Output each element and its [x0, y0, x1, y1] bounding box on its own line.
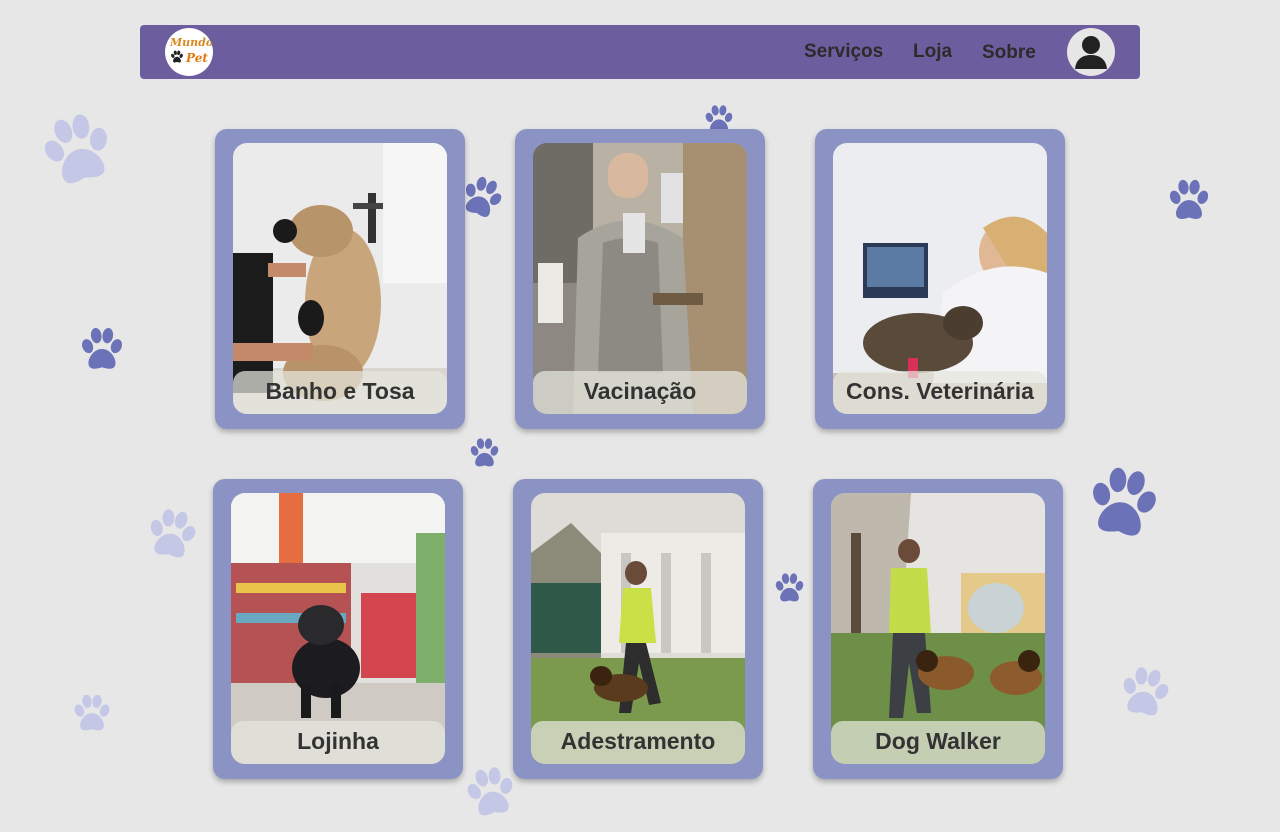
paw-icon	[1114, 662, 1177, 725]
nav-sobre-link[interactable]: Sobre	[982, 41, 1036, 65]
user-avatar[interactable]	[1067, 28, 1115, 76]
service-photo: Dog Walker	[831, 493, 1045, 764]
service-label: Lojinha	[231, 721, 445, 764]
service-photo: Banho e Tosa	[233, 143, 447, 414]
service-card-banho-e-tosa[interactable]: Banho e Tosa	[215, 129, 465, 429]
service-label: Banho e Tosa	[233, 371, 447, 414]
nav-loja-link[interactable]: Loja	[913, 40, 952, 64]
service-photo: Vacinação	[533, 143, 747, 414]
mundo-pet-logo[interactable]: Mundo Pet	[165, 28, 213, 76]
service-photo: Adestramento	[531, 493, 745, 764]
service-label: Dog Walker	[831, 721, 1045, 764]
nav-servicos-link[interactable]: Serviços	[804, 40, 883, 64]
paw-icon	[141, 504, 204, 567]
paw-icon	[78, 326, 126, 374]
service-photo: Cons. Veterinária	[833, 143, 1047, 414]
user-icon	[1075, 36, 1107, 69]
logo-paw-icon	[170, 50, 184, 64]
service-label: Cons. Veterinária	[833, 371, 1047, 414]
top-navbar: Mundo Pet Serviços Loja Sobre	[140, 25, 1140, 79]
service-card-cons-veterinaria[interactable]: Cons. Veterinária	[815, 129, 1065, 429]
service-label: Adestramento	[531, 721, 745, 764]
logo-text-mundo: Mundo	[170, 36, 213, 49]
service-card-vacinacao[interactable]: Vacinação	[515, 129, 765, 429]
logo-text-pet: Pet	[186, 51, 208, 65]
paw-icon	[773, 572, 806, 605]
service-card-adestramento[interactable]: Adestramento	[513, 479, 763, 779]
paw-icon	[1166, 178, 1212, 224]
paw-icon	[71, 693, 113, 735]
paw-icon	[1079, 460, 1167, 548]
paw-icon	[468, 437, 501, 470]
service-card-dog-walker[interactable]: Dog Walker	[813, 479, 1063, 779]
service-card-lojinha[interactable]: Lojinha	[213, 479, 463, 779]
service-photo: Lojinha	[231, 493, 445, 764]
paw-icon	[31, 104, 124, 197]
service-label: Vacinação	[533, 371, 747, 414]
